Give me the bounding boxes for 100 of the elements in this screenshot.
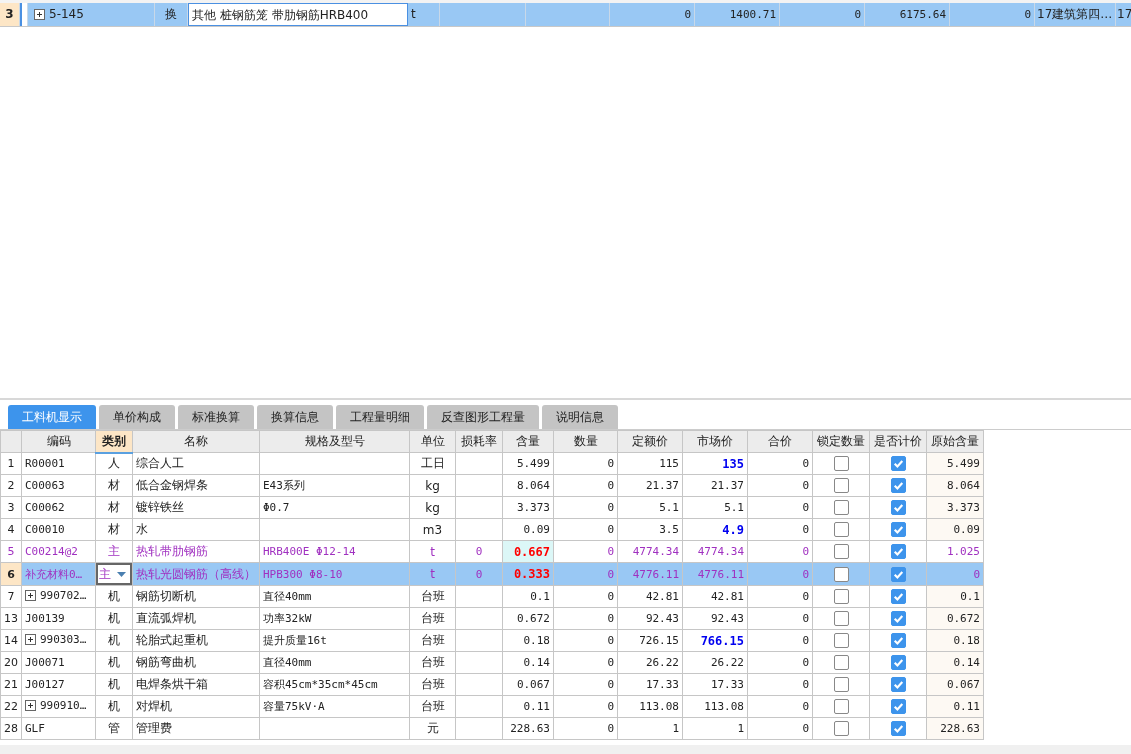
- table-cell: 元: [409, 717, 456, 740]
- column-header[interactable]: 定额价: [617, 430, 683, 453]
- column-header[interactable]: 编码: [21, 430, 96, 453]
- table-cell: 电焊条烘干箱: [132, 673, 260, 696]
- checkbox[interactable]: [833, 500, 849, 515]
- checkbox[interactable]: [833, 611, 849, 626]
- table-cell: 0: [553, 673, 618, 696]
- checkbox[interactable]: [833, 478, 849, 493]
- table-cell: 0: [950, 3, 1035, 26]
- checkbox[interactable]: [890, 478, 906, 493]
- table-cell: 主: [95, 540, 133, 563]
- expand-icon[interactable]: [25, 634, 36, 645]
- checkbox[interactable]: [890, 500, 906, 515]
- tab[interactable]: 标准换算: [178, 405, 254, 429]
- category-dropdown[interactable]: 主: [96, 563, 132, 585]
- name-input-field[interactable]: 其他 桩钢筋笼 带肋钢筋HRB400: [188, 3, 408, 26]
- table-cell: 42.81: [617, 585, 683, 608]
- table-cell: 台班: [409, 673, 456, 696]
- checkbox[interactable]: [833, 699, 849, 714]
- table-cell: 0: [747, 474, 813, 497]
- column-header[interactable]: 类别: [95, 430, 133, 453]
- expand-icon[interactable]: [34, 9, 45, 20]
- table-cell: 228.63: [502, 717, 554, 740]
- table-cell: E43系列: [259, 474, 410, 497]
- table-cell: 0: [553, 607, 618, 630]
- checkbox[interactable]: [833, 566, 849, 582]
- column-header[interactable]: 锁定数量: [812, 430, 870, 453]
- row-number: 21: [0, 673, 22, 696]
- checkbox[interactable]: [833, 456, 849, 471]
- column-header[interactable]: 市场价: [682, 430, 748, 453]
- checkbox[interactable]: [833, 721, 849, 736]
- checkbox[interactable]: [833, 589, 849, 604]
- row-number: 1: [0, 452, 22, 475]
- check-icon: [891, 590, 905, 603]
- column-header[interactable]: 合价: [747, 430, 813, 453]
- column-header[interactable]: 数量: [553, 430, 618, 453]
- table-cell: 1: [682, 717, 748, 740]
- table-cell: 1400.71: [695, 3, 780, 26]
- table-cell: 0: [747, 540, 813, 563]
- item-code: J00071: [25, 656, 65, 669]
- column-header[interactable]: 损耗率: [455, 430, 503, 453]
- column-header[interactable]: 是否计价: [869, 430, 927, 453]
- column-header[interactable]: 含量: [502, 430, 554, 453]
- row-number: 13: [0, 607, 22, 630]
- checkbox[interactable]: [890, 699, 906, 714]
- table-cell: t: [408, 3, 440, 26]
- checkbox[interactable]: [890, 589, 906, 604]
- table-cell: 4.9: [682, 518, 748, 541]
- row-number: 6: [0, 562, 22, 586]
- checkbox[interactable]: [890, 721, 906, 736]
- checkbox[interactable]: [890, 655, 906, 670]
- table-cell: m3: [409, 518, 456, 541]
- checkbox[interactable]: [833, 522, 849, 537]
- checkbox[interactable]: [890, 456, 906, 471]
- table-cell: 0: [747, 496, 813, 519]
- tab[interactable]: 换算信息: [257, 405, 333, 429]
- table-cell: 管理费: [132, 717, 260, 740]
- row-number: 14: [0, 629, 22, 652]
- column-header[interactable]: 名称: [132, 430, 260, 453]
- checkbox[interactable]: [890, 566, 906, 582]
- tab[interactable]: 说明信息: [542, 405, 618, 429]
- row-number: 5: [0, 540, 22, 563]
- caret-icon[interactable]: [117, 571, 126, 577]
- table-cell: 容积45cm*35cm*45cm: [259, 673, 410, 696]
- checkbox[interactable]: [833, 544, 849, 559]
- check-icon: [891, 656, 905, 669]
- tab[interactable]: 反查图形工程量: [427, 405, 539, 429]
- checkbox[interactable]: [890, 633, 906, 648]
- table-cell: HPB300 Φ8-10: [259, 562, 410, 586]
- table-cell: 0.09: [502, 518, 554, 541]
- expand-icon[interactable]: [25, 590, 36, 601]
- table-cell: 台班: [409, 695, 456, 718]
- table-cell: 直流弧焊机: [132, 607, 260, 630]
- checkbox[interactable]: [890, 677, 906, 692]
- table-cell: 工日: [409, 452, 456, 475]
- column-header[interactable]: 原始含量: [926, 430, 984, 453]
- checkbox[interactable]: [890, 522, 906, 537]
- item-code: C00063: [25, 479, 65, 492]
- checkbox[interactable]: [890, 611, 906, 626]
- checkbox[interactable]: [833, 655, 849, 670]
- table-cell: 0: [747, 717, 813, 740]
- check-icon: [891, 612, 905, 625]
- column-header[interactable]: 规格及型号: [259, 430, 410, 453]
- column-header[interactable]: 单位: [409, 430, 456, 453]
- table-cell: Φ0.7: [259, 496, 410, 519]
- tab[interactable]: 单价构成: [99, 405, 175, 429]
- table-cell: 26.22: [682, 651, 748, 674]
- table-row[interactable]: 3 5-145 换 其他 桩钢筋笼 带肋钢筋HRB400 t 0 1400.71 0 6175.64 0 17建筑第四… 17: [0, 3, 1131, 27]
- table-cell: 钢筋弯曲机: [132, 651, 260, 674]
- table-cell: 管: [95, 717, 133, 740]
- tab[interactable]: 工程量明细: [336, 405, 424, 429]
- checkbox[interactable]: [833, 633, 849, 648]
- table-cell: 0: [747, 585, 813, 608]
- table-cell: 台班: [409, 651, 456, 674]
- checkbox[interactable]: [833, 677, 849, 692]
- item-code: C00062: [25, 501, 65, 514]
- checkbox[interactable]: [890, 544, 906, 559]
- check-icon: [891, 722, 905, 735]
- expand-icon[interactable]: [25, 700, 36, 711]
- table-cell: 0: [747, 651, 813, 674]
